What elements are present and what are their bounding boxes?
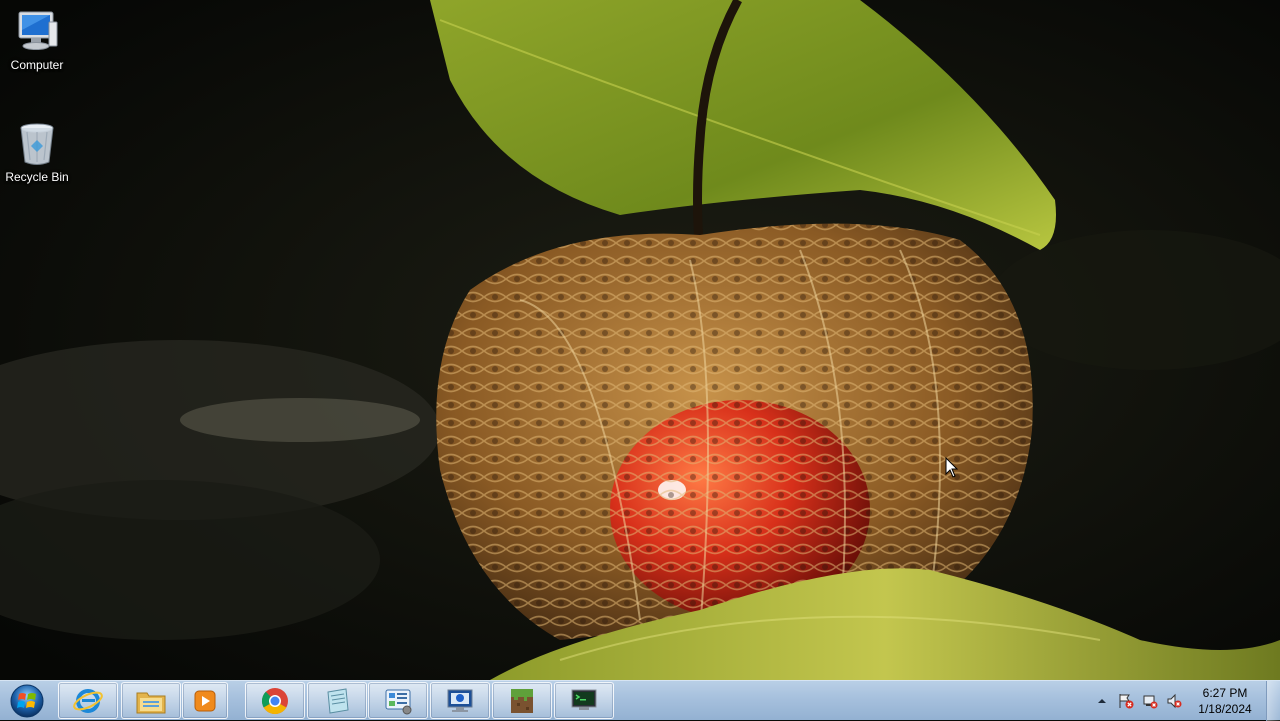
- terminal-monitor-icon: [567, 686, 601, 716]
- show-hidden-icons-arrow[interactable]: [1094, 693, 1110, 709]
- taskbar-clock[interactable]: 6:27 PM 1/18/2024: [1192, 685, 1258, 717]
- clock-time: 6:27 PM: [1202, 686, 1248, 700]
- monitor-app-icon: [443, 686, 477, 716]
- taskbar-button-chrome[interactable]: [245, 682, 305, 719]
- desktop-wallpaper: [0, 0, 1280, 680]
- start-button[interactable]: [2, 682, 52, 720]
- recycle-bin-icon: [13, 120, 61, 168]
- clock-date: 1/18/2024: [1198, 702, 1252, 716]
- file-explorer-folder-icon: [134, 686, 168, 716]
- volume-muted-icon[interactable]: [1166, 693, 1182, 709]
- internet-explorer-icon: [71, 686, 105, 716]
- system-tray: 6:27 PM 1/18/2024: [1094, 681, 1280, 721]
- taskbar-button-notepad[interactable]: [307, 682, 367, 719]
- desktop-icon-label: Recycle Bin: [5, 170, 69, 184]
- show-desktop-button[interactable]: [1266, 681, 1280, 721]
- chrome-icon: [258, 686, 292, 716]
- taskbar-button-monitor-app[interactable]: [430, 682, 490, 719]
- desktop-icon-label: Computer: [10, 58, 64, 72]
- windows-start-orb-icon: [10, 684, 44, 718]
- computer-icon: [13, 8, 61, 56]
- desktop-icon-recycle-bin[interactable]: Recycle Bin: [0, 120, 74, 184]
- network-error-icon[interactable]: [1142, 693, 1158, 709]
- notepad-icon: [320, 686, 354, 716]
- mouse-cursor-icon: [945, 456, 959, 479]
- taskbar-button-media-player[interactable]: [182, 682, 228, 719]
- minecraft-grass-block-icon: [505, 686, 539, 716]
- action-center-flag-error-icon[interactable]: [1118, 693, 1134, 709]
- desktop-icon-computer[interactable]: Computer: [0, 8, 74, 72]
- taskbar-button-terminal-app[interactable]: [554, 682, 614, 719]
- taskbar-button-minecraft[interactable]: [492, 682, 552, 719]
- taskbar-button-internet-explorer[interactable]: [58, 682, 118, 719]
- taskbar: 6:27 PM 1/18/2024: [0, 680, 1280, 721]
- taskbar-button-control-panel[interactable]: [368, 682, 428, 719]
- taskbar-button-explorer[interactable]: [121, 682, 181, 719]
- media-player-icon: [188, 686, 222, 716]
- control-panel-icon: [381, 686, 415, 716]
